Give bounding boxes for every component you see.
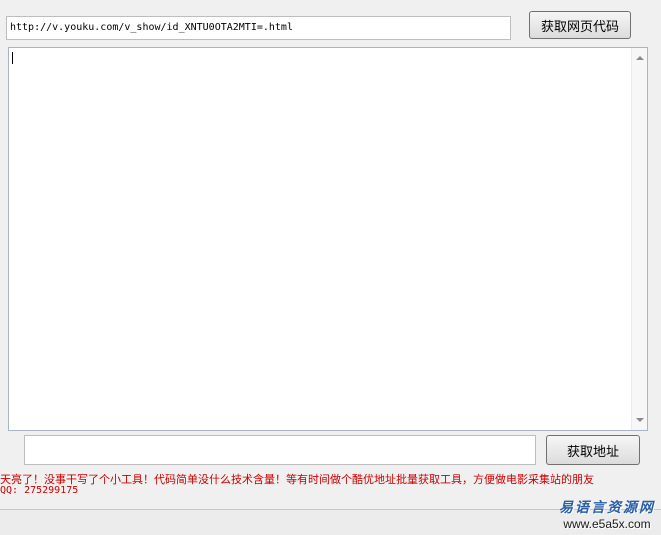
watermark-logo: 易语言资源网 (559, 500, 655, 516)
vertical-scrollbar[interactable] (631, 48, 647, 430)
get-source-button[interactable]: 获取网页代码 (529, 11, 631, 39)
qq-contact: QQ: 275299175 (0, 485, 79, 496)
watermark: 易语言资源网 www.e5a5x.com (559, 497, 655, 531)
source-textarea[interactable] (8, 47, 648, 431)
info-text: 天亮了！没事干写了个小工具！代码简单没什么技术含量！等有时间做个酷优地址批量获取… (0, 473, 594, 486)
get-address-button[interactable]: 获取地址 (546, 435, 640, 465)
url-input[interactable]: http://v.youku.com/v_show/id_XNTU0OTA2MT… (6, 16, 511, 40)
watermark-url: www.e5a5x.com (563, 517, 651, 531)
scroll-down-icon[interactable] (636, 418, 644, 422)
address-input[interactable] (24, 435, 536, 465)
scroll-up-icon[interactable] (636, 56, 644, 60)
text-caret (12, 52, 13, 64)
main-window: http://v.youku.com/v_show/id_XNTU0OTA2MT… (0, 0, 661, 510)
